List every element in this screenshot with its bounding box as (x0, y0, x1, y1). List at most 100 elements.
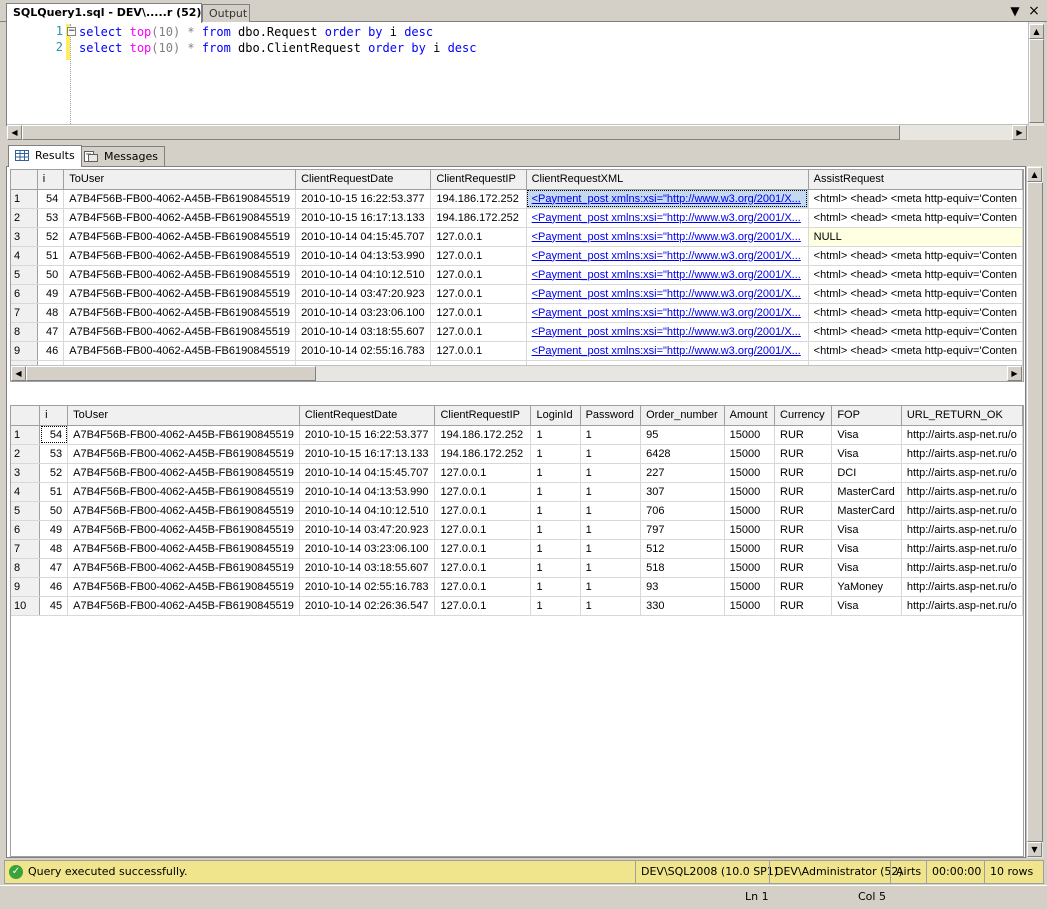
grid-cell[interactable]: 2010-10-14 02:55:16.783 (295, 341, 432, 361)
grid-cell[interactable]: 1 (530, 444, 581, 464)
grid-cell[interactable]: 127.0.0.1 (430, 322, 527, 342)
table-row[interactable]: 8 47 A7B4F56B-FB00-4062-A45B-FB6190845519 2… (11, 558, 1023, 578)
grid-cell[interactable]: Visa (831, 596, 902, 616)
grid-cell[interactable]: MasterCard (831, 501, 902, 521)
grid-cell[interactable]: 512 (640, 539, 725, 559)
grid-cell[interactable]: 194.186.172.252 (430, 208, 527, 228)
grid-cell[interactable]: 2010-10-14 04:15:45.707 (299, 463, 436, 483)
grid-cell[interactable]: 2010-10-14 03:47:20.923 (299, 520, 436, 540)
grid-cell[interactable]: 50 (39, 501, 69, 521)
grid-cell[interactable]: A7B4F56B-FB00-4062-A45B-FB6190845519 (67, 520, 300, 540)
grid-cell[interactable]: 127.0.0.1 (434, 520, 532, 540)
grid-cell[interactable]: 15000 (724, 501, 776, 521)
grid-cell[interactable]: 50 (37, 265, 65, 285)
grid-cell[interactable]: RUR (774, 463, 833, 483)
grid1-horizontal-scrollbar[interactable]: ◀ ▶ (11, 365, 1023, 381)
grid-cell[interactable]: A7B4F56B-FB00-4062-A45B-FB6190845519 (67, 444, 300, 464)
grid-cell[interactable]: http://airts.asp-net.ru/o (901, 482, 1023, 502)
scroll-thumb[interactable] (22, 125, 900, 140)
grid-cell[interactable]: <Payment_post xmlns:xsi="http://www.w3.o… (526, 265, 809, 285)
grid-cell[interactable]: <Payment_post xmlns:xsi="http://www.w3.o… (526, 284, 809, 304)
scroll-thumb[interactable] (26, 366, 316, 381)
grid-cell[interactable]: 2010-10-15 16:17:13.133 (299, 444, 436, 464)
grid-cell[interactable]: A7B4F56B-FB00-4062-A45B-FB6190845519 (67, 539, 300, 559)
grid-cell[interactable]: Visa (831, 520, 902, 540)
grid-cell[interactable]: 52 (39, 463, 69, 483)
grid-cell[interactable]: RUR (774, 444, 833, 464)
result-grid-2[interactable]: i ToUser ClientRequestDate ClientRequestIP L… (10, 405, 1024, 857)
grid-cell[interactable]: A7B4F56B-FB00-4062-A45B-FB6190845519 (67, 596, 300, 616)
grid-cell[interactable]: 54 (37, 189, 65, 209)
grid-cell[interactable]: 15000 (724, 425, 776, 445)
grid-cell[interactable]: NULL (808, 227, 1023, 247)
grid-cell[interactable]: 47 (37, 322, 65, 342)
grid-cell[interactable]: 127.0.0.1 (434, 463, 532, 483)
tab-output[interactable]: Output (202, 4, 250, 22)
grid-cell[interactable]: A7B4F56B-FB00-4062-A45B-FB6190845519 (63, 341, 297, 361)
grid-cell[interactable]: 15000 (724, 539, 776, 559)
grid-cell[interactable]: 2010-10-14 02:26:36.547 (299, 596, 436, 616)
row-number[interactable]: 6 (11, 520, 41, 540)
column-header[interactable] (11, 170, 38, 190)
table-row[interactable]: 4 51 A7B4F56B-FB00-4062-A45B-FB6190845519 2… (11, 246, 1023, 266)
column-header[interactable]: i (39, 406, 69, 426)
table-row[interactable]: 7 48 A7B4F56B-FB00-4062-A45B-FB6190845519 2… (11, 303, 1023, 323)
grid-cell[interactable]: 45 (39, 596, 69, 616)
table-row[interactable]: 5 50 A7B4F56B-FB00-4062-A45B-FB6190845519 2… (11, 265, 1023, 285)
grid-cell[interactable]: 15000 (724, 596, 776, 616)
grid-cell[interactable]: A7B4F56B-FB00-4062-A45B-FB6190845519 (63, 284, 297, 304)
grid-cell[interactable]: http://airts.asp-net.ru/o (901, 539, 1023, 559)
grid-cell[interactable]: 1 (530, 577, 581, 597)
grid-cell[interactable]: Visa (831, 558, 902, 578)
code-line-1[interactable]: select top(10) * from dbo.Request order … (79, 24, 433, 40)
table-row[interactable]: 3 52 A7B4F56B-FB00-4062-A45B-FB6190845519 2… (11, 227, 1023, 247)
table-row[interactable]: 1045A7B4F56B-FB00-4062-A45B-FB6190845519… (11, 596, 1023, 616)
column-header[interactable]: ClientRequestIP (430, 170, 527, 190)
grid-cell[interactable]: A7B4F56B-FB00-4062-A45B-FB6190845519 (67, 425, 300, 445)
grid-cell[interactable]: http://airts.asp-net.ru/o (901, 444, 1023, 464)
row-number[interactable]: 6 (11, 284, 38, 304)
grid-cell[interactable]: 6428 (640, 444, 725, 464)
grid-cell[interactable]: 518 (640, 558, 725, 578)
grid-cell[interactable]: 15000 (724, 520, 776, 540)
table-row[interactable]: 1 54 A7B4F56B-FB00-4062-A45B-FB6190845519 2… (11, 425, 1023, 445)
grid-cell[interactable]: 194.186.172.252 (430, 189, 527, 209)
row-number[interactable]: 1 (11, 189, 38, 209)
column-header[interactable]: i (37, 170, 65, 190)
grid-cell[interactable]: 46 (37, 341, 65, 361)
table-row[interactable]: 7 48 A7B4F56B-FB00-4062-A45B-FB6190845519 2… (11, 539, 1023, 559)
grid-cell[interactable]: 2010-10-14 03:23:06.100 (295, 303, 432, 323)
editor-horizontal-scrollbar[interactable]: ◀ ▶ (7, 124, 1028, 140)
column-header[interactable]: Order_number (640, 406, 725, 426)
grid-cell[interactable]: RUR (774, 482, 833, 502)
grid-cell[interactable]: A7B4F56B-FB00-4062-A45B-FB6190845519 (67, 463, 300, 483)
table-row[interactable]: 3 52 A7B4F56B-FB00-4062-A45B-FB6190845519 2… (11, 463, 1023, 483)
tab-results[interactable]: Results (8, 145, 82, 167)
row-number[interactable]: 10 (11, 596, 41, 616)
grid-cell[interactable]: A7B4F56B-FB00-4062-A45B-FB6190845519 (67, 482, 300, 502)
grid-cell[interactable]: 1 (530, 425, 581, 445)
column-header[interactable]: AssistRequest (808, 170, 1023, 190)
grid-cell[interactable]: 1 (580, 539, 642, 559)
grid-cell[interactable]: 127.0.0.1 (434, 596, 532, 616)
grid-cell[interactable]: 330 (640, 596, 725, 616)
grid-cell[interactable]: RUR (774, 520, 833, 540)
grid-cell[interactable]: 53 (37, 208, 65, 228)
window-position-icon[interactable]: ▼ (1007, 4, 1023, 18)
grid-cell[interactable]: 2010-10-14 03:18:55.607 (295, 322, 432, 342)
grid-cell[interactable]: 1 (580, 463, 642, 483)
table-row[interactable]: 6 49 A7B4F56B-FB00-4062-A45B-FB6190845519 2… (11, 284, 1023, 304)
grid-cell[interactable]: 706 (640, 501, 725, 521)
grid-cell[interactable]: 48 (39, 539, 69, 559)
grid-cell[interactable]: 1 (530, 539, 581, 559)
grid-cell[interactable]: 51 (37, 246, 65, 266)
table-row[interactable]: 9 46 A7B4F56B-FB00-4062-A45B-FB6190845519 2… (11, 341, 1023, 361)
grid-cell[interactable]: 127.0.0.1 (434, 482, 532, 502)
row-number[interactable]: 1 (11, 425, 41, 445)
scroll-thumb[interactable] (1027, 182, 1043, 842)
grid-cell[interactable]: A7B4F56B-FB00-4062-A45B-FB6190845519 (63, 246, 297, 266)
grid-cell[interactable]: 1 (580, 425, 642, 445)
grid-cell[interactable]: <Payment_post xmlns:xsi="http://www.w3.o… (526, 322, 809, 342)
table-row[interactable]: 4 51 A7B4F56B-FB00-4062-A45B-FB6190845519 2… (11, 482, 1023, 502)
table-row[interactable]: 9 46 A7B4F56B-FB00-4062-A45B-FB6190845519 2… (11, 577, 1023, 597)
